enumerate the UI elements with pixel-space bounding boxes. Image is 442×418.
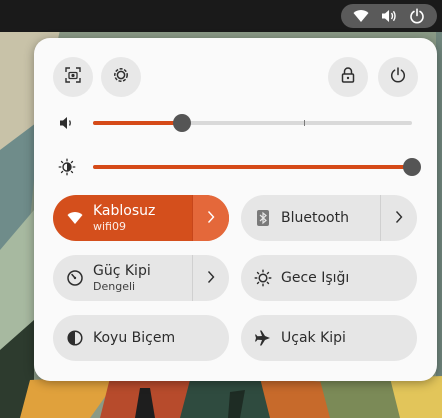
speaker-icon: [58, 114, 76, 132]
wifi-toggle[interactable]: Kablosuz wifi09: [53, 195, 193, 241]
airplane-icon: [254, 329, 272, 347]
bluetooth-tile-title: Bluetooth: [281, 209, 349, 226]
volume-slider[interactable]: [93, 114, 412, 132]
screenshot-icon: [64, 66, 82, 88]
volume-slider-handle[interactable]: [173, 114, 191, 132]
lock-icon: [340, 66, 356, 88]
wifi-tile: Kablosuz wifi09: [53, 195, 229, 241]
chevron-right-icon: [207, 269, 215, 288]
power-mode-menu-button[interactable]: [192, 255, 229, 301]
dark-style-tile[interactable]: Koyu Biçem: [53, 315, 229, 361]
dark-style-tile-title: Koyu Biçem: [93, 329, 176, 346]
night-light-tile-title: Gece Işığı: [281, 269, 350, 286]
wifi-icon: [66, 209, 84, 227]
volume-icon: [380, 7, 398, 25]
brightness-slider-row: [54, 155, 421, 179]
power-mode-tile: Güç Kipi Dengeli: [53, 255, 229, 301]
night-light-tile[interactable]: Gece Işığı: [241, 255, 417, 301]
wifi-menu-button[interactable]: [192, 195, 229, 241]
night-light-icon: [254, 269, 272, 287]
bluetooth-icon: [254, 209, 272, 227]
wifi-tile-title: Kablosuz: [93, 203, 156, 219]
screenshot-button[interactable]: [53, 57, 93, 97]
bluetooth-menu-button[interactable]: [380, 195, 417, 241]
power-mode-toggle[interactable]: Güç Kipi Dengeli: [53, 255, 193, 301]
power-off-button[interactable]: [378, 57, 418, 97]
lock-button[interactable]: [328, 57, 368, 97]
settings-button[interactable]: [101, 57, 141, 97]
bluetooth-tile: Bluetooth: [241, 195, 417, 241]
airplane-mode-tile-title: Uçak Kipi: [281, 329, 346, 346]
top-bar: [0, 0, 442, 32]
chevron-right-icon: [207, 209, 215, 228]
bluetooth-toggle[interactable]: Bluetooth: [241, 195, 381, 241]
brightness-slider[interactable]: [93, 158, 421, 176]
wifi-network-name: wifi09: [93, 220, 126, 233]
system-menu-button[interactable]: [341, 4, 437, 28]
dark-style-icon: [66, 329, 84, 347]
settings-icon: [112, 66, 130, 88]
volume-slider-fill: [93, 121, 182, 125]
volume-slider-row: [54, 111, 414, 135]
chevron-right-icon: [395, 209, 403, 228]
power-mode-value: Dengeli: [93, 280, 136, 293]
power-mode-icon: [66, 269, 84, 287]
wifi-icon: [352, 7, 370, 25]
quick-settings-panel: Kablosuz wifi09 Bluetooth Güç Kipi Denge…: [34, 38, 437, 381]
power-off-icon: [389, 66, 407, 88]
brightness-slider-handle[interactable]: [403, 158, 421, 176]
power-icon: [408, 7, 426, 25]
volume-slider-marker: [304, 120, 305, 126]
power-mode-tile-title: Güç Kipi: [93, 263, 151, 279]
airplane-mode-tile[interactable]: Uçak Kipi: [241, 315, 417, 361]
brightness-icon: [58, 158, 76, 176]
brightness-slider-fill: [93, 165, 412, 169]
